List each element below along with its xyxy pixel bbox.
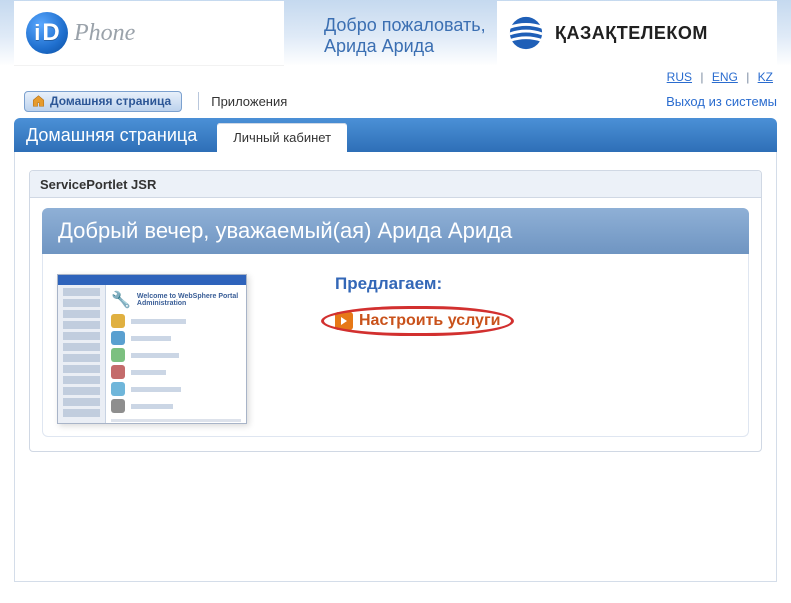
nav-home-label: Домашняя страница (50, 94, 171, 108)
service-portlet: ServicePortlet JSR Добрый вечер, уважаем… (29, 170, 762, 452)
nav-apps[interactable]: Приложения (211, 94, 287, 109)
id-disc-icon: iD (26, 12, 68, 54)
lang-sep: | (746, 70, 749, 84)
configure-services-label: Настроить услуги (359, 312, 500, 330)
lang-eng[interactable]: ENG (712, 70, 738, 84)
page-header: Домашняя страница Личный кабинет (14, 118, 777, 152)
lang-sep: | (700, 70, 703, 84)
page-body: ServicePortlet JSR Добрый вечер, уважаем… (14, 152, 777, 582)
tab-personal-cabinet[interactable]: Личный кабинет (217, 123, 347, 152)
language-bar: RUS | ENG | KZ (0, 66, 791, 84)
welcome-line1: Добро пожаловать, (324, 15, 489, 36)
nav-row: Домашняя страница Приложения Выход из си… (0, 84, 791, 112)
arrow-right-icon (335, 312, 353, 330)
sponsor-name: ҚАЗАҚТЕЛЕКОМ (555, 23, 708, 44)
product-name: Phone (74, 21, 135, 45)
portlet-title: ServicePortlet JSR (30, 171, 761, 198)
header-bar: iD Phone Добро пожаловать, Арида Арида Қ… (0, 0, 791, 66)
wrench-icon: 🔧 (111, 290, 131, 310)
thumb-title: Welcome to WebSphere Portal Administrati… (137, 293, 241, 307)
greeting-bar: Добрый вечер, уважаемый(ая) Арида Арида (42, 208, 749, 254)
lang-kz[interactable]: KZ (758, 70, 773, 84)
lang-rus[interactable]: RUS (667, 70, 692, 84)
admin-thumbnail: 🔧 Welcome to WebSphere Portal Administra… (57, 274, 247, 424)
product-logo: iD Phone (14, 1, 284, 65)
configure-services-link[interactable]: Настроить услуги (335, 312, 500, 330)
nav-divider (198, 92, 199, 110)
sponsor-logo: ҚАЗАҚТЕЛЕКОМ (497, 1, 777, 65)
offer-block: Предлагаем: Настроить услуги (275, 274, 736, 424)
nav-home-button[interactable]: Домашняя страница (24, 91, 182, 112)
offer-title: Предлагаем: (335, 274, 736, 294)
logout-link[interactable]: Выход из системы (666, 94, 777, 109)
globe-icon (507, 14, 545, 52)
page-title: Домашняя страница (26, 125, 207, 152)
home-icon (31, 94, 46, 108)
welcome-block: Добро пожаловать, Арида Арида (284, 1, 497, 66)
welcome-line2: Арида Арида (324, 36, 489, 57)
